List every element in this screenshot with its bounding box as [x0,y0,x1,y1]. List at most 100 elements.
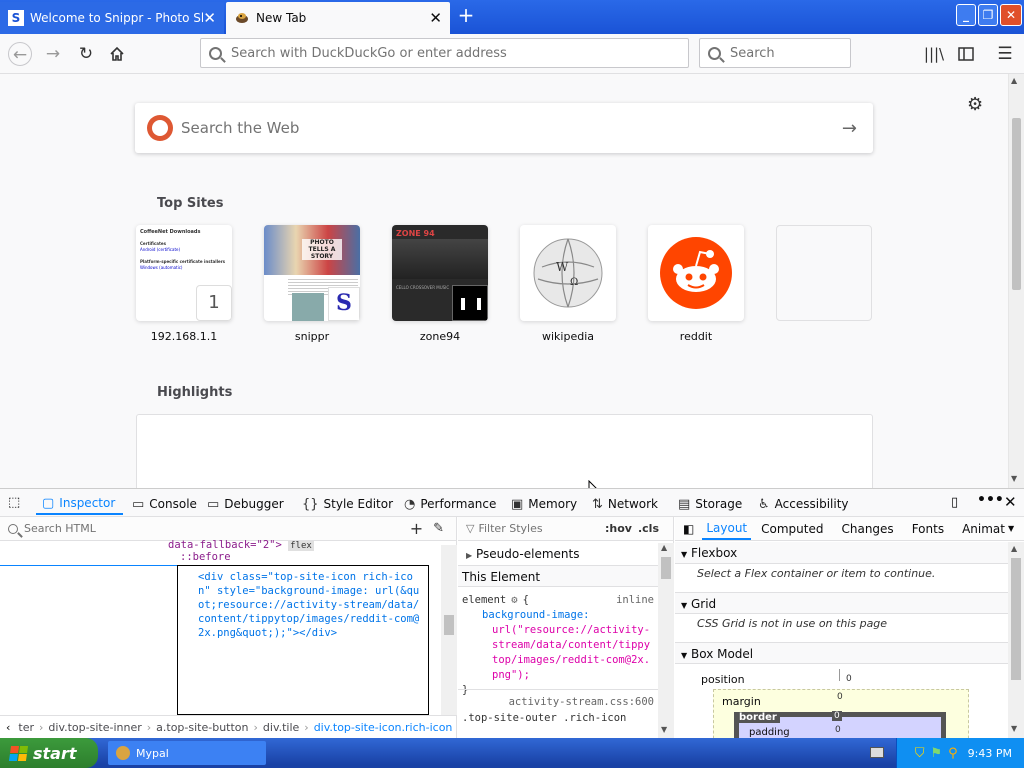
breadcrumb-left-icon[interactable]: ‹ [6,721,10,734]
rule-source[interactable]: activity-stream.css:600 [462,694,654,710]
keyboard-icon[interactable] [870,747,884,758]
more-options-icon[interactable]: ••• [977,492,1004,508]
cls-toggle[interactable]: .cls [638,522,659,535]
taskbar-item-mypal[interactable]: Mypal [108,741,266,765]
top-site-tile[interactable]: CoffeeNet Downloads Certificates Android… [136,225,232,321]
accessibility-person-icon: ♿ [758,496,770,512]
tab-snippr[interactable]: S Welcome to Snippr - Photo Sharing ✕ [0,2,224,34]
scroll-up-icon[interactable]: ▲ [661,543,667,552]
home-icon[interactable] [105,42,129,66]
top-site-tile[interactable]: ZONE 94 CELLO CROSSOVER MUSIC [392,225,488,321]
breadcrumb-item[interactable]: ter [18,721,34,734]
arrow-right-icon[interactable]: → [842,118,857,139]
tab-animations[interactable]: Animat [962,522,1005,536]
url-bar[interactable]: Search with DuckDuckGo or enter address [200,38,689,68]
rule-property[interactable]: background-image: [462,608,654,623]
web-search-box[interactable]: Search the Web → [135,103,873,153]
reddit-logo-icon [660,237,732,309]
tab-close-icon[interactable]: ✕ [203,9,216,27]
hov-toggle[interactable]: :hov [605,522,632,535]
padding-value[interactable]: 0 [835,725,841,735]
tab-memory[interactable]: ▣ Memory [511,493,577,515]
new-tab-plus-icon[interactable]: + [455,4,477,28]
breadcrumb-item[interactable]: div.tile [263,721,299,734]
toggle-sidebar-icon[interactable]: ◧ [683,522,694,536]
gear-icon[interactable]: ⚙ [511,593,517,608]
tab-accessibility[interactable]: ♿ Accessibility [758,493,849,515]
navigation-toolbar: ← → ↻ Search with DuckDuckGo or enter ad… [0,34,1024,74]
tab-computed[interactable]: Computed [761,522,823,536]
back-arrow-icon[interactable]: ← [8,42,32,66]
tab-console[interactable]: ▭ Console [132,493,197,515]
top-site-tile[interactable]: W Ω [520,225,616,321]
tab-network[interactable]: ⇅ Network [592,493,658,515]
tab-fonts[interactable]: Fonts [912,522,944,536]
search-tray-icon[interactable]: ⚲ [948,746,958,761]
library-icon[interactable]: |||\ [922,42,946,66]
search-bar[interactable]: Search [699,38,851,68]
breadcrumb-item[interactable]: a.top-site-button [156,721,248,734]
selected-node-editor[interactable]: <div class="top-site-icon rich-icon" sty… [177,565,429,715]
wikipedia-globe-icon: W Ω [533,238,603,308]
scrollbar-thumb[interactable] [444,615,454,635]
breadcrumb-item[interactable]: div.top-site-inner [48,721,141,734]
pseudo-before-node[interactable]: ::before [180,551,231,563]
top-site-tile[interactable] [648,225,744,321]
tab-storage[interactable]: ▤ Storage [678,493,742,515]
scrollbar-thumb[interactable] [661,557,671,579]
tab-debugger[interactable]: ▭ Debugger [207,493,284,515]
empty-top-site-slot[interactable] [776,225,872,321]
tab-new-tab[interactable]: New Tab ✕ [226,2,450,34]
inspector-icon: ▢ [42,495,55,511]
reload-icon[interactable]: ↻ [74,42,98,66]
grid-section-header[interactable]: ▼ Grid [675,592,1008,614]
gear-icon[interactable]: ⚙ [967,94,983,115]
eyedropper-icon[interactable]: ✎ [433,521,444,536]
flex-badge[interactable]: flex [288,541,314,551]
scroll-down-icon[interactable]: ▼ [1011,724,1017,733]
network-icon[interactable]: ⚑ [930,746,942,761]
rules-scrollbar[interactable]: ▲ ▼ [658,543,674,739]
minimize-button[interactable]: _ [956,4,976,26]
add-node-plus-icon[interactable]: + [410,519,423,538]
scroll-up-icon[interactable]: ▲ [1011,76,1017,85]
scroll-up-icon[interactable]: ▲ [1011,544,1017,553]
scrollbar-thumb[interactable] [1012,118,1021,290]
box-position-value[interactable]: 0 [846,674,852,684]
tab-changes[interactable]: Changes [841,522,893,536]
tab-layout[interactable]: Layout [702,518,752,540]
start-button[interactable]: start [0,738,98,768]
box-model-section-header[interactable]: ▼ Box Model [675,642,1008,664]
search-html-bar[interactable]: Search HTML + ✎ [0,517,456,541]
margin-value[interactable]: 0 [837,692,843,702]
markup-scrollbar[interactable] [441,545,457,715]
close-window-button[interactable]: ✕ [1000,4,1022,26]
scroll-down-icon[interactable]: ▼ [1011,474,1017,483]
tab-inspector[interactable]: ▢ Inspector [36,493,124,515]
page-scrollbar[interactable]: ▲ ▼ [1008,74,1024,488]
rule-source[interactable]: inline [616,593,654,608]
scrollbar-thumb[interactable] [1011,558,1021,680]
tab-close-icon[interactable]: ✕ [429,9,442,27]
sidebar-toggle-icon[interactable] [954,42,978,66]
tab-style-editor[interactable]: {} Style Editor [302,493,393,515]
scroll-down-icon[interactable]: ▼ [661,725,667,734]
element-picker-icon[interactable]: ⬚ [8,495,20,510]
rule-value[interactable]: url("resource://activity-stream/data/con… [462,623,654,683]
flexbox-section-header[interactable]: ▼ Flexbox [675,542,1008,564]
hamburger-menu-icon[interactable]: ☰ [993,42,1017,66]
breadcrumb-item-selected[interactable]: div.top-site-icon.rich-icon [314,721,453,734]
close-devtools-icon[interactable]: ✕ [1004,493,1017,511]
chevron-down-icon[interactable]: ▼ [1008,524,1014,533]
layout-scrollbar[interactable]: ▲ ▼ [1008,542,1024,739]
pseudo-elements-toggle[interactable]: ▶ Pseudo-elements [466,547,580,561]
filter-styles-bar[interactable]: ▽ Filter Styles :hov .cls [458,517,673,541]
top-site-tile[interactable]: PHOTO TELLS A STORY S [264,225,360,321]
clock: 9:43 PM [967,746,1012,760]
shield-icon[interactable]: ⛉ [915,746,925,761]
maximize-button[interactable]: ❐ [978,4,998,26]
tab-performance[interactable]: ◔ Performance [404,493,496,515]
forward-arrow-icon[interactable]: → [41,42,65,66]
dock-side-icon[interactable]: ▯ [951,495,958,510]
border-value[interactable]: 0 [832,711,842,721]
